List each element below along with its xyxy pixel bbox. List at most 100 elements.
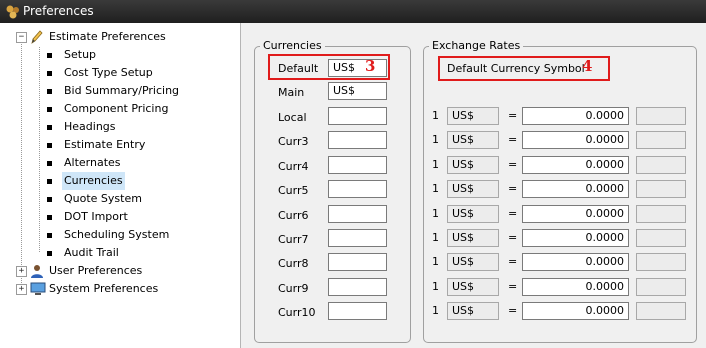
bullet-icon [47,233,52,238]
currency-label: Curr5 [278,184,309,198]
exchange-rate-field[interactable]: 0.0000 [522,131,629,150]
exchange-target-currency [636,180,686,199]
equals-sign: = [508,279,518,293]
exchange-target-currency [636,204,686,223]
tree-node-label: Quote System [64,192,142,205]
exchange-source-symbol: US$ [447,229,499,247]
default-currency-symbol-label: Default Currency Symbol [447,62,585,75]
tree-node-label: Setup [64,48,97,61]
exchange-quantity: 1 [432,109,439,122]
exchange-rate-field[interactable]: 0.0000 [522,302,629,321]
tree-node-label: Alternates [64,156,121,169]
exchange-rate-field[interactable]: 0.0000 [522,277,629,296]
expand-icon[interactable]: + [16,284,27,295]
bullet-icon [47,143,52,148]
bullet-icon [47,215,52,220]
tree-node-label: Currencies [62,172,125,190]
window-title: Preferences [23,4,94,18]
tree-guide-line [39,47,40,252]
currency-field[interactable] [328,107,387,125]
main-currency-label: Main [278,86,305,99]
tree-node-label: Headings [64,120,116,133]
exchange-target-currency [636,253,686,272]
equals-sign: = [508,255,518,269]
tree-node-label: System Preferences [49,282,159,295]
currency-field[interactable] [328,180,387,199]
currency-field[interactable] [328,253,387,272]
bullet-icon [47,161,52,166]
exchange-quantity: 1 [432,279,439,293]
bullet-icon [47,179,52,184]
currency-field[interactable] [328,277,387,296]
tree-guide-line [21,39,22,289]
exchange-target-currency [636,229,686,247]
preferences-panel: Currencies Default US$ 3 Main US$ Local C… [241,23,706,348]
currency-field[interactable] [328,229,387,247]
exchange-quantity: 1 [432,304,439,318]
callout-4: 4 [582,57,593,75]
callout-3: 3 [365,57,376,75]
bullet-icon [47,53,52,58]
equals-sign: = [508,231,518,244]
exchange-source-symbol: US$ [447,131,499,150]
currency-label: Curr8 [278,257,309,271]
exchange-source-symbol: US$ [447,180,499,199]
exchange-quantity: 1 [432,206,439,220]
tree-node-label: DOT Import [64,210,128,223]
exchange-source-symbol: US$ [447,253,499,272]
currency-field[interactable] [328,302,387,321]
exchange-rate-field[interactable]: 0.0000 [522,155,629,174]
bullet-icon [47,71,52,76]
app-icon [6,5,19,19]
equals-sign: = [508,304,518,318]
bullet-icon [47,107,52,112]
exchange-quantity: 1 [432,133,439,147]
title-bar: Preferences [0,0,706,23]
exchange-target-currency [636,302,686,321]
exchange-target-currency [636,277,686,296]
exchange-rate-field[interactable]: 0.0000 [522,253,629,272]
currency-label: Curr3 [278,135,309,149]
exchange-quantity: 1 [432,231,439,244]
exchange-target-currency [636,107,686,125]
tree-node-label: Component Pricing [64,102,169,115]
pencil-icon [31,30,43,44]
currency-field[interactable] [328,131,387,150]
exchange-quantity: 1 [432,157,439,171]
collapse-icon[interactable]: − [16,32,27,43]
currencies-group-title: Currencies [260,39,325,52]
equals-sign: = [508,157,518,171]
bullet-icon [47,89,52,94]
exchange-target-currency [636,155,686,174]
exchange-rate-field[interactable]: 0.0000 [522,180,629,199]
equals-sign: = [508,182,518,196]
user-icon [31,265,43,278]
exchange-rate-field[interactable]: 0.0000 [522,107,629,125]
currency-label: Curr6 [278,208,309,222]
exchange-target-currency [636,131,686,150]
exchange-rates-group-title: Exchange Rates [429,39,524,52]
tree-node-label: Bid Summary/Pricing [64,84,180,97]
exchange-source-symbol: US$ [447,204,499,223]
computer-icon [30,282,46,295]
bullet-icon [47,197,52,202]
currency-field[interactable] [328,204,387,223]
currency-label: Curr9 [278,281,309,295]
exchange-rate-field[interactable]: 0.0000 [522,229,629,247]
equals-sign: = [508,133,518,147]
bullet-icon [47,125,52,130]
equals-sign: = [508,206,518,220]
main-currency-field[interactable]: US$ [328,82,387,100]
exchange-source-symbol: US$ [447,107,499,125]
exchange-quantity: 1 [432,182,439,196]
tree-node-label: Scheduling System [64,228,170,241]
exchange-source-symbol: US$ [447,302,499,321]
bullet-icon [47,251,52,256]
currency-field[interactable] [328,155,387,174]
currency-label: Curr7 [278,233,309,246]
exchange-source-symbol: US$ [447,155,499,174]
expand-icon[interactable]: + [16,266,27,277]
exchange-source-symbol: US$ [447,277,499,296]
currency-label: Curr10 [278,306,316,320]
exchange-rate-field[interactable]: 0.0000 [522,204,629,223]
